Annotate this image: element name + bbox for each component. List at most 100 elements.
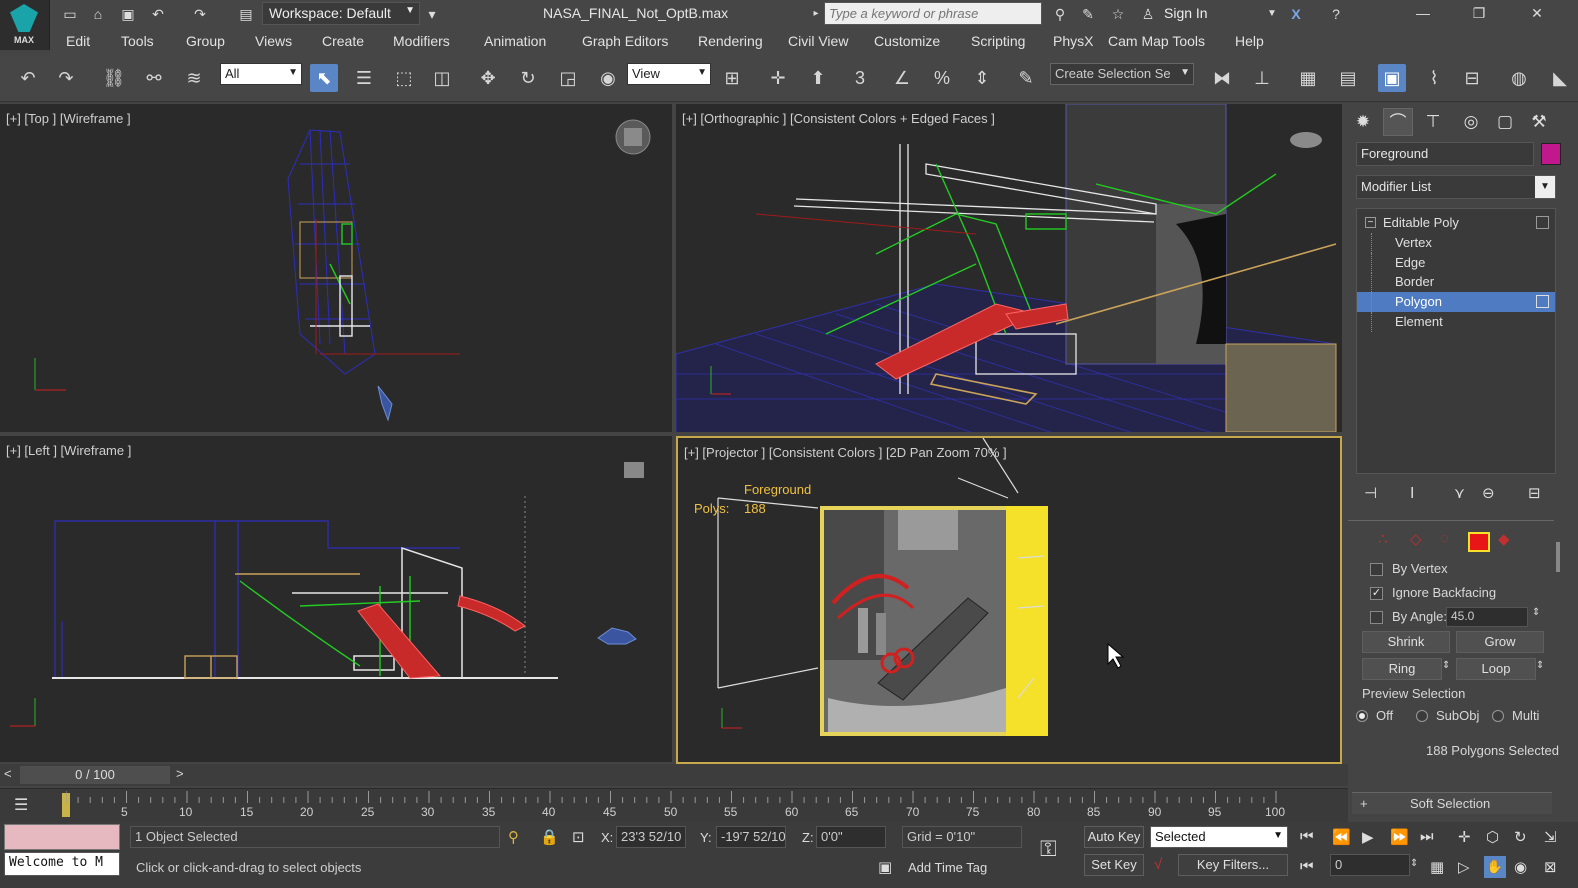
remove-modifier-icon[interactable]: ⊖ xyxy=(1482,484,1495,502)
redo-icon[interactable]: ↷ xyxy=(190,4,210,24)
angle-spinner[interactable]: 45.0 xyxy=(1446,607,1528,627)
preview-off-radio[interactable] xyxy=(1356,710,1368,722)
field-of-view-icon[interactable]: ▷ xyxy=(1458,858,1470,876)
sign-in-link[interactable]: Sign In xyxy=(1164,5,1208,21)
viewport-left[interactable]: [+] [Left ] [Wireframe ] xyxy=(0,436,672,762)
modify-tab-icon[interactable]: ⌒ xyxy=(1383,108,1413,136)
unlink-icon[interactable]: ⚯ xyxy=(140,64,168,92)
by-angle-checkbox[interactable] xyxy=(1370,611,1383,624)
go-to-end-icon[interactable]: ⏭ xyxy=(1420,828,1434,845)
key-curve-icon[interactable]: √ xyxy=(1154,856,1162,873)
menu-views[interactable]: Views xyxy=(255,33,292,49)
minimize-button[interactable]: — xyxy=(1400,0,1446,28)
named-selection-dropdown[interactable]: Create Selection Se ▼ xyxy=(1050,63,1194,85)
scale-icon[interactable]: ◲ xyxy=(554,64,582,92)
pin-stack-icon[interactable]: ⊣ xyxy=(1364,484,1377,502)
mirror-icon[interactable]: ⧓ xyxy=(1208,64,1236,92)
keyboard-shortcut-icon[interactable]: ⬆ xyxy=(804,64,832,92)
spinner-snap-icon[interactable]: ⇕ xyxy=(968,64,996,92)
menu-rendering[interactable]: Rendering xyxy=(698,33,763,49)
frame-spinner-icon[interactable]: ⇕ xyxy=(1410,858,1418,869)
redo-icon[interactable]: ↷ xyxy=(52,64,80,92)
manipulate-icon[interactable]: ✛ xyxy=(764,64,792,92)
make-unique-icon[interactable]: ⋎ xyxy=(1454,484,1465,502)
loop-spinner-icon[interactable]: ⇕ xyxy=(1536,660,1544,671)
stack-toggle-checkbox[interactable] xyxy=(1536,295,1549,308)
exchange-apps-icon[interactable]: X xyxy=(1286,4,1306,24)
rectangular-selection-icon[interactable]: ⬚ xyxy=(390,64,418,92)
panel-scrollbar[interactable] xyxy=(1556,542,1560,572)
render-setup-icon[interactable]: ◣ xyxy=(1546,64,1574,92)
y-coord-field[interactable]: -19'7 52/10 xyxy=(716,826,786,848)
motion-tab-icon[interactable]: ◎ xyxy=(1456,108,1486,136)
shrink-button[interactable]: Shrink xyxy=(1362,631,1450,653)
polygon-mode-icon[interactable] xyxy=(1468,532,1490,552)
create-tab-icon[interactable]: ✹ xyxy=(1348,108,1378,136)
schematic-view-icon[interactable]: ⊟ xyxy=(1458,64,1486,92)
sign-in-dropdown-icon[interactable]: ▼ xyxy=(1262,4,1282,24)
preview-multi-radio[interactable] xyxy=(1492,710,1504,722)
menu-graph-editors[interactable]: Graph Editors xyxy=(582,33,668,49)
isolate-selection-icon[interactable]: ⚲ xyxy=(508,828,519,846)
maxscript-listener-mini[interactable] xyxy=(4,824,120,850)
spinner-arrows-icon[interactable]: ⇕ xyxy=(1532,607,1540,618)
add-time-tag-button[interactable]: Add Time Tag xyxy=(908,860,987,875)
time-tag-icon[interactable]: ▣ xyxy=(878,858,892,876)
soft-selection-rollout[interactable]: + Soft Selection xyxy=(1352,792,1552,814)
set-key-icon[interactable]: ⚿ xyxy=(1040,836,1057,862)
by-vertex-checkbox[interactable] xyxy=(1370,563,1383,576)
select-by-name-icon[interactable]: ☰ xyxy=(350,64,378,92)
show-end-result-icon[interactable]: Ⅰ xyxy=(1410,484,1414,502)
stack-toggle-checkbox[interactable] xyxy=(1536,216,1549,229)
grow-button[interactable]: Grow xyxy=(1456,631,1544,653)
configure-sets-icon[interactable]: ⊟ xyxy=(1528,484,1541,502)
restore-button[interactable]: ❐ xyxy=(1456,0,1502,28)
menu-create[interactable]: Create xyxy=(322,33,364,49)
stack-item-edge[interactable]: Edge xyxy=(1357,253,1555,273)
menu-civil-view[interactable]: Civil View xyxy=(788,33,848,49)
ring-spinner-icon[interactable]: ⇕ xyxy=(1442,660,1450,671)
move-icon[interactable]: ✥ xyxy=(474,64,502,92)
viewport-ortho-label[interactable]: [+] [Orthographic ] [Consistent Colors +… xyxy=(682,111,995,126)
loop-button[interactable]: Loop xyxy=(1456,658,1536,680)
edit-named-selection-icon[interactable]: ✎ xyxy=(1012,64,1040,92)
viewport-top[interactable]: [+] [Top ] [Wireframe ] xyxy=(0,104,672,432)
align-icon[interactable]: ⊥ xyxy=(1248,64,1276,92)
undo-icon[interactable]: ↶ xyxy=(14,64,42,92)
viewport-left-label[interactable]: [+] [Left ] [Wireframe ] xyxy=(6,443,131,458)
utilities-tab-icon[interactable]: ⚒ xyxy=(1524,108,1554,136)
edge-mode-icon[interactable]: ◇ xyxy=(1410,530,1422,548)
stack-item-element[interactable]: Element xyxy=(1357,312,1555,332)
menu-modifiers[interactable]: Modifiers xyxy=(393,33,450,49)
menu-edit[interactable]: Edit xyxy=(66,33,90,49)
new-file-icon[interactable]: ▭ xyxy=(60,4,80,24)
favorites-star-icon[interactable]: ☆ xyxy=(1108,4,1128,24)
percent-snap-icon[interactable]: % xyxy=(928,64,956,92)
pivot-icon[interactable]: ⊞ xyxy=(718,64,746,92)
modifier-list-dropdown[interactable]: Modifier List ▼ xyxy=(1356,175,1556,199)
stack-item-editable-poly[interactable]: − Editable Poly xyxy=(1357,213,1555,233)
z-coord-field[interactable]: 0'0" xyxy=(816,826,886,848)
maximize-toggle-icon[interactable]: ⊠ xyxy=(1544,858,1557,876)
hierarchy-tab-icon[interactable]: ⊤ xyxy=(1418,108,1448,136)
open-mini-curve-editor-icon[interactable]: ☰ xyxy=(14,795,28,815)
walkthrough-icon[interactable]: ◉ xyxy=(1514,858,1527,876)
viewport-top-label[interactable]: [+] [Top ] [Wireframe ] xyxy=(6,111,131,126)
save-icon[interactable]: ▣ xyxy=(118,4,138,24)
key-filters-button[interactable]: Key Filters... xyxy=(1178,854,1288,876)
menu-group[interactable]: Group xyxy=(186,33,225,49)
time-config-icon[interactable]: ▦ xyxy=(1430,858,1444,876)
collapse-icon[interactable]: − xyxy=(1365,217,1376,228)
lock-selection-icon[interactable]: 🔒 xyxy=(540,828,559,846)
curve-editor-icon[interactable]: ⌇ xyxy=(1420,64,1448,92)
welcome-field[interactable]: Welcome to M xyxy=(4,852,120,876)
prev-frame-icon[interactable]: < xyxy=(4,766,12,781)
angle-snap-icon[interactable]: ∠ xyxy=(888,64,916,92)
help-icon[interactable]: ? xyxy=(1326,4,1346,24)
set-key-button[interactable]: Set Key xyxy=(1084,854,1144,876)
undo-icon[interactable]: ↶ xyxy=(148,4,168,24)
menu-help[interactable]: Help xyxy=(1235,33,1264,49)
placement-icon[interactable]: ◉ xyxy=(594,64,622,92)
link-icon[interactable]: ⛓ xyxy=(100,64,128,92)
viewport-projector[interactable]: [+] [Projector ] [Consistent Colors ] [2… xyxy=(676,436,1342,764)
